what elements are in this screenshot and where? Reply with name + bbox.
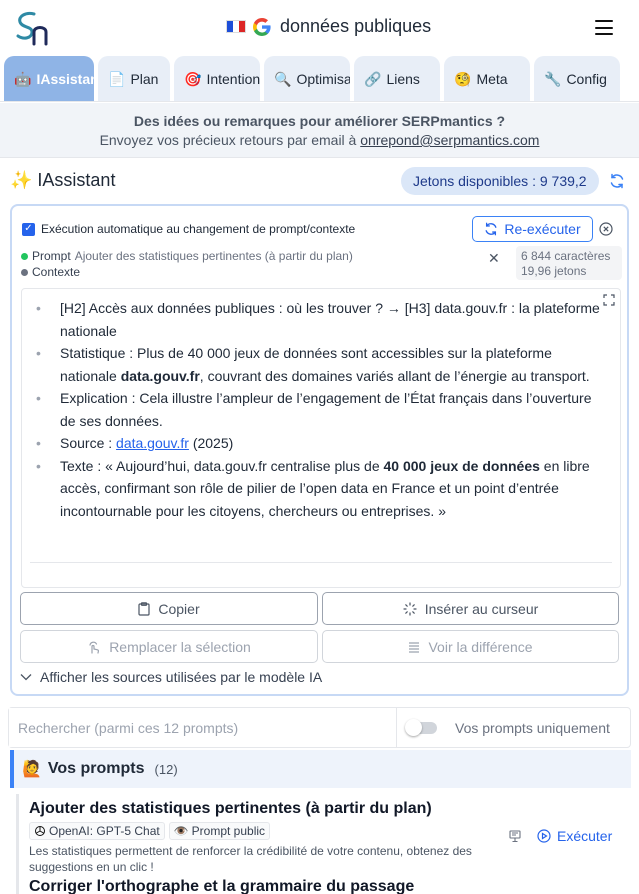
france-flag-icon: [226, 20, 246, 33]
own-prompts-label: Vos prompts uniquement: [455, 719, 610, 736]
result-list: [H2] Accès aux données publiques : où le…: [22, 297, 610, 522]
replace-selection-button[interactable]: Remplacer la sélection: [20, 630, 318, 663]
openai-icon: [35, 826, 45, 836]
list-item: Explication : Cela illustre l’ampleur de…: [32, 387, 610, 432]
own-prompts-toggle[interactable]: [405, 718, 437, 736]
app-header: données publiques: [0, 0, 639, 56]
own-prompts-filter[interactable]: Vos prompts uniquement: [397, 708, 630, 747]
magnifier-icon: 🔍: [274, 70, 292, 87]
chevron-down-icon: [20, 674, 32, 681]
auto-execute-row[interactable]: ✓ Exécution automatique au changement de…: [22, 222, 355, 236]
source-link[interactable]: data.gouv.fr: [116, 435, 189, 451]
prompt-status-dot: [21, 252, 28, 260]
context-label: Contexte: [32, 265, 81, 279]
model-tag: OpenAI: GPT-5 Chat: [29, 822, 165, 840]
auto-execute-checkbox[interactable]: ✓: [22, 222, 35, 236]
lines-icon: [409, 641, 420, 653]
usage-stats: 6 844 caractères 19,96 jetons: [516, 246, 622, 280]
tab-liens[interactable]: 🔗 Liens: [354, 56, 440, 101]
touch-icon: [89, 641, 100, 654]
eye-icon: 👁️: [173, 824, 189, 838]
prompt-search-input[interactable]: [9, 708, 397, 747]
tab-iassistant[interactable]: 🤖IAssistant: [4, 56, 94, 101]
play-circle-icon: [537, 829, 551, 843]
tokens-used: 19,96 jetons: [521, 264, 587, 278]
result-content[interactable]: [H2] Accès aux données publiques : où le…: [21, 288, 621, 588]
google-icon: [253, 17, 271, 36]
serpmantics-logo-icon[interactable]: [14, 10, 50, 46]
list-item: Statistique : Plus de 40 000 jeux de don…: [32, 342, 610, 387]
chars-count: 6 844 caractères: [521, 249, 611, 263]
refresh-icon: [485, 222, 497, 236]
page-title-group: données publiques: [226, 16, 431, 37]
feedback-banner: Des idées ou remarques pour améliorer SE…: [0, 103, 639, 158]
visibility-tag: 👁️ Prompt public: [168, 822, 271, 840]
context-status-dot: [21, 268, 28, 276]
feedback-email-link[interactable]: onrepond@serpmantics.com: [360, 132, 539, 148]
prompts-section-header[interactable]: 🙋 Vos prompts (12): [10, 750, 631, 788]
tab-bar: 🤖IAssistant 📄Plan 🎯Intention 🔍Optimisati…: [0, 56, 639, 102]
tab-plan[interactable]: 📄 Plan: [98, 56, 170, 101]
show-sources-toggle[interactable]: Afficher les sources utilisées par le mo…: [20, 669, 322, 685]
clear-context-icon[interactable]: ✕: [488, 250, 500, 267]
tab-meta[interactable]: 🧐 Meta: [444, 56, 530, 101]
list-item: [H2] Accès aux données publiques : où le…: [32, 297, 610, 342]
assistant-title: ✨ IAssistant: [10, 170, 116, 190]
prompt-value: Ajouter des statistiques pertinentes (à …: [74, 249, 353, 263]
tab-intention[interactable]: 🎯 Intention: [174, 56, 260, 101]
auto-execute-label: Exécution automatique au changement de p…: [41, 222, 356, 236]
assistant-card: ✓ Exécution automatique au changement de…: [10, 204, 629, 696]
prompt-item[interactable]: Ajouter des statistiques pertinentes (à …: [16, 794, 631, 878]
feedback-text: Envoyez vos précieux retours par email à…: [99, 132, 540, 148]
execute-button[interactable]: Exécuter: [537, 828, 612, 844]
prompt-title: Corriger l'orthographe et la grammaire d…: [29, 878, 415, 894]
copy-button[interactable]: Copier: [20, 592, 318, 625]
section-title: Vos prompts: [47, 760, 145, 777]
tokens-badge: Jetons disponibles : 9 739,2: [401, 167, 599, 195]
view-diff-button[interactable]: Voir la différence: [322, 630, 619, 663]
menu-icon[interactable]: [595, 20, 613, 35]
target-icon: 🎯: [184, 70, 202, 87]
insert-at-cursor-button[interactable]: Insérer au curseur: [322, 592, 619, 625]
wrench-icon: 🔧: [544, 70, 562, 87]
document-icon: 📄: [108, 70, 126, 87]
refresh-tokens-icon[interactable]: [609, 173, 625, 189]
person-raising-hand-icon: 🙋: [22, 761, 42, 778]
clipboard-icon: [138, 601, 150, 616]
content-divider: [30, 562, 612, 563]
robot-icon: 🤖: [14, 70, 32, 87]
prompt-status-row: Prompt Ajouter des statistiques pertinen…: [21, 249, 353, 263]
feedback-heading: Des idées ou remarques pour améliorer SE…: [133, 113, 506, 129]
context-status-row: Contexte: [21, 265, 80, 279]
list-item: Texte : « Aujourd’hui, data.gouv.fr cent…: [32, 455, 610, 523]
close-circle-icon[interactable]: [599, 222, 613, 236]
prompt-item[interactable]: Corriger l'orthographe et la grammaire d…: [16, 878, 631, 894]
rerun-button[interactable]: Re-exécuter: [472, 216, 593, 242]
prompt-label: Prompt: [32, 249, 71, 263]
cursor-sparkle-icon: [403, 601, 417, 616]
prompts-count: (12): [154, 761, 178, 777]
prompt-title: Ajouter des statistiques pertinentes (à …: [29, 800, 432, 817]
monocle-face-icon: 🧐: [454, 70, 472, 87]
tab-config[interactable]: 🔧 Config: [534, 56, 620, 101]
presentation-icon[interactable]: [508, 829, 522, 843]
tab-optimisation[interactable]: 🔍Optimisation: [264, 56, 350, 101]
link-icon: 🔗: [364, 70, 382, 87]
prompt-search-row: Vos prompts uniquement: [8, 707, 631, 748]
list-item: Source : data.gouv.fr (2025): [32, 432, 610, 455]
page-title: données publiques: [280, 16, 432, 36]
prompt-description: Les statistiques permettent de renforcer…: [29, 844, 472, 874]
